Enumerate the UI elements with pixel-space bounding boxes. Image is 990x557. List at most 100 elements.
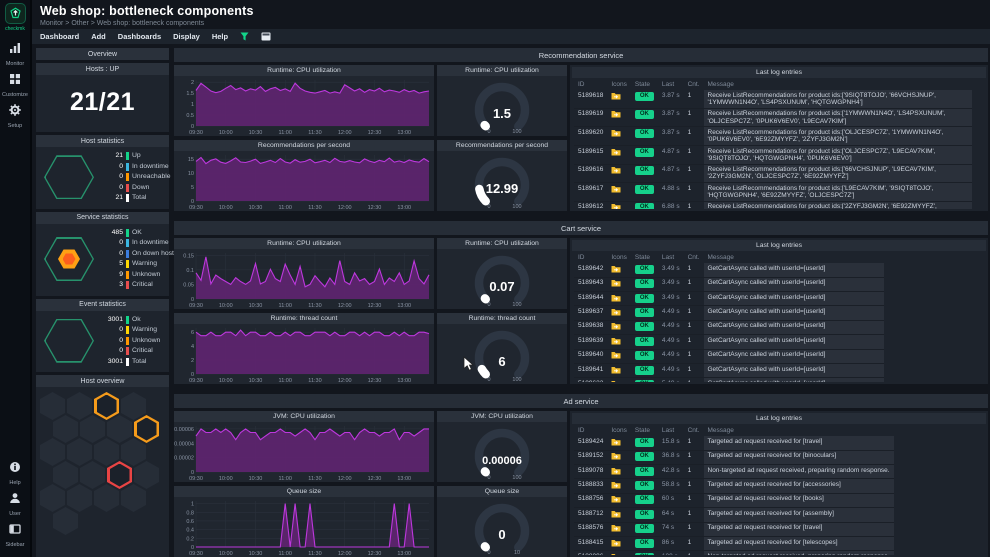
folder-move-icon[interactable] xyxy=(611,366,621,376)
svg-text:1.5: 1.5 xyxy=(186,91,194,97)
folder-move-icon[interactable] xyxy=(611,308,621,318)
folder-move-icon[interactable] xyxy=(611,166,621,176)
stat-legend-row[interactable]: 0In downtime xyxy=(96,238,174,249)
svg-text:11:00: 11:00 xyxy=(279,303,292,309)
stat-legend-row[interactable]: 3001Total xyxy=(96,357,165,368)
folder-move-icon[interactable] xyxy=(611,203,621,209)
folder-move-icon[interactable] xyxy=(611,495,621,505)
folder-move-icon[interactable] xyxy=(611,129,621,139)
host-hexagon-crit[interactable] xyxy=(107,461,132,489)
menu-dashboard[interactable]: Dashboard xyxy=(40,32,79,41)
stat-legend-row[interactable]: 9Unknown xyxy=(96,270,174,281)
folder-move-icon[interactable] xyxy=(611,452,621,462)
stat-legend-row[interactable]: 0In downtime xyxy=(96,162,171,173)
svg-text:0: 0 xyxy=(487,475,490,481)
host-hexagon-ok[interactable] xyxy=(40,392,65,420)
host-hexagon-ok[interactable] xyxy=(121,484,146,512)
folder-move-icon[interactable] xyxy=(611,539,621,549)
svg-text:0: 0 xyxy=(498,527,505,542)
timeseries-chart: 00.000020.000040.0000609:3010:0010:3011:… xyxy=(174,422,434,482)
host-hexagon-ok[interactable] xyxy=(40,484,65,512)
folder-move-icon[interactable] xyxy=(611,110,621,120)
sidebar-item-sidebar[interactable]: Sidebar xyxy=(6,522,25,548)
folder-move-icon[interactable] xyxy=(611,351,621,361)
stat-legend-row[interactable]: 5Warning xyxy=(96,259,174,270)
breadcrumb[interactable]: Monitor > Other > Web shop: bottleneck c… xyxy=(40,20,990,27)
log-row: 5188756OK60 s1Targeted ad request receiv… xyxy=(574,493,894,507)
menu-display[interactable]: Display xyxy=(173,32,200,41)
stat-legend-row[interactable]: 21Total xyxy=(96,193,171,204)
gauge-title: Runtime: CPU utilization xyxy=(437,238,567,249)
menu-add[interactable]: Add xyxy=(91,32,106,41)
sidebar-item-help[interactable]: Help xyxy=(6,460,25,486)
folder-move-icon[interactable] xyxy=(611,294,621,304)
checkmk-logo-icon[interactable] xyxy=(5,3,26,24)
status-color-chip xyxy=(126,173,129,181)
filter-funnel-icon[interactable] xyxy=(240,32,249,41)
host-hexagon-ok[interactable] xyxy=(80,415,105,443)
stat-legend-row[interactable]: 485OK xyxy=(96,228,174,239)
stat-legend-row[interactable]: 0On down host xyxy=(96,249,174,260)
folder-move-icon[interactable] xyxy=(611,380,621,382)
svg-text:13:00: 13:00 xyxy=(397,205,411,211)
timeseries-chart: 024609:3010:0010:3011:0011:3012:0012:301… xyxy=(174,324,434,384)
svg-text:09:30: 09:30 xyxy=(189,205,203,211)
svg-text:1.5: 1.5 xyxy=(493,106,511,121)
folder-move-icon[interactable] xyxy=(611,510,621,520)
host-hexagon-ok[interactable] xyxy=(67,438,92,466)
host-hexagon-ok[interactable] xyxy=(94,484,119,512)
folder-move-icon[interactable] xyxy=(611,322,621,332)
host-hexagon-ok[interactable] xyxy=(53,415,78,443)
host-hexagon-ok[interactable] xyxy=(107,415,132,443)
host-hexagon-ok[interactable] xyxy=(121,392,146,420)
host-hexagon-warn[interactable] xyxy=(94,392,119,420)
stat-legend-row[interactable]: 0Down xyxy=(96,183,171,194)
host-hexagon-ok[interactable] xyxy=(53,461,78,489)
host-hexagon-warn[interactable] xyxy=(134,415,159,443)
state-ok-badge: OK xyxy=(635,510,654,519)
stat-legend-row[interactable]: 3Critical xyxy=(96,280,174,291)
status-color-chip xyxy=(126,184,129,192)
sidebar-item-setup[interactable]: Setup xyxy=(2,103,28,129)
graph-panel: Runtime: CPU utilization 00.511.5209:301… xyxy=(174,65,434,136)
stat-legend-row[interactable]: 3001Ok xyxy=(96,315,165,326)
state-ok-badge: OK xyxy=(635,337,654,346)
folder-move-icon[interactable] xyxy=(611,185,621,195)
stat-legend-row[interactable]: 0Unknown xyxy=(96,336,165,347)
svg-text:09:30: 09:30 xyxy=(189,378,203,384)
graph-title: Recommendations per second xyxy=(174,140,434,151)
folder-move-icon[interactable] xyxy=(611,148,621,158)
host-hexagon-ok[interactable] xyxy=(121,438,146,466)
log-table-header-row: IDIconsStateLastCnt.Message xyxy=(574,425,894,436)
folder-move-icon[interactable] xyxy=(611,92,621,102)
host-hexagon-ok[interactable] xyxy=(80,461,105,489)
folder-move-icon[interactable] xyxy=(611,524,621,534)
host-hexagon-ok[interactable] xyxy=(134,461,159,489)
sidebar-item-user[interactable]: User xyxy=(6,491,25,517)
folder-move-icon[interactable] xyxy=(611,467,621,477)
event-hexagon xyxy=(42,319,96,363)
folder-move-icon[interactable] xyxy=(611,265,621,275)
menu-help[interactable]: Help xyxy=(212,32,228,41)
folder-move-icon[interactable] xyxy=(611,438,621,448)
dashboard-grid-icon[interactable] xyxy=(261,32,271,41)
folder-move-icon[interactable] xyxy=(611,279,621,289)
host-hexagon-ok[interactable] xyxy=(67,392,92,420)
sidebar-item-monitor[interactable]: Monitor xyxy=(2,41,28,67)
svg-text:1: 1 xyxy=(191,502,194,508)
host-hexagon-ok[interactable] xyxy=(40,438,65,466)
host-hexagon-ok[interactable] xyxy=(94,438,119,466)
folder-move-icon[interactable] xyxy=(611,337,621,347)
sidebar-item-customize[interactable]: Customize xyxy=(2,72,28,98)
svg-text:11:30: 11:30 xyxy=(308,205,321,211)
svg-text:5: 5 xyxy=(191,185,194,191)
folder-move-icon[interactable] xyxy=(611,553,621,555)
host-hexagon-ok[interactable] xyxy=(67,484,92,512)
menu-dashboards[interactable]: Dashboards xyxy=(118,32,161,41)
host-hexagon-ok[interactable] xyxy=(53,507,78,535)
stat-legend-row[interactable]: 21Up xyxy=(96,151,171,162)
stat-legend-row[interactable]: 0Critical xyxy=(96,346,165,357)
stat-legend-row[interactable]: 0Unreachable xyxy=(96,172,171,183)
stat-legend-row[interactable]: 0Warning xyxy=(96,325,165,336)
folder-move-icon[interactable] xyxy=(611,481,621,491)
